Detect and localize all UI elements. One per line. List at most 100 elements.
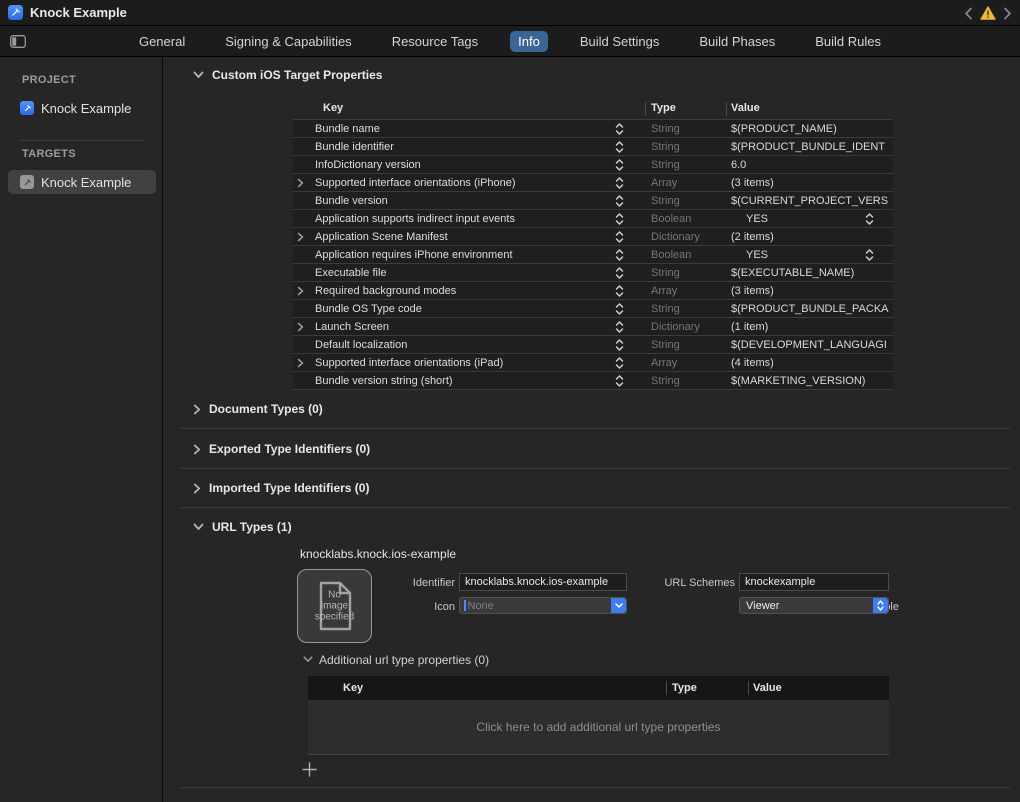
sidebar-item-label: Knock Example — [41, 175, 131, 190]
key-stepper-icon[interactable] — [615, 176, 624, 189]
property-row[interactable]: Launch Screen Dictionary (1 item) — [293, 318, 893, 336]
property-row[interactable]: Supported interface orientations (iPhone… — [293, 174, 893, 192]
property-value[interactable]: $(MARKETING_VERSION) — [731, 375, 865, 387]
property-value[interactable]: (1 item) — [731, 321, 768, 333]
property-row[interactable]: Application supports indirect input even… — [293, 210, 893, 228]
disclosure-chevron-icon[interactable] — [297, 286, 304, 296]
tab[interactable]: Info — [510, 31, 548, 52]
property-value[interactable]: (2 items) — [731, 231, 774, 243]
property-value[interactable]: (3 items) — [731, 177, 774, 189]
section-document-types[interactable]: Document Types (0) — [193, 401, 323, 417]
disclosure-chevron-icon[interactable] — [297, 322, 304, 332]
property-row[interactable]: Supported interface orientations (iPad) … — [293, 354, 893, 372]
tab[interactable]: Build Rules — [807, 31, 889, 52]
property-value[interactable]: $(EXECUTABLE_NAME) — [731, 267, 854, 279]
icon-combobox[interactable]: None — [459, 597, 627, 614]
key-stepper-icon[interactable] — [615, 140, 624, 153]
property-row[interactable]: Application Scene Manifest Dictionary (2… — [293, 228, 893, 246]
value-stepper-icon[interactable] — [865, 212, 874, 225]
section-custom-ios-target-properties[interactable]: Custom iOS Target Properties — [193, 67, 382, 83]
key-stepper-icon[interactable] — [615, 302, 624, 315]
property-value[interactable]: $(PRODUCT_NAME) — [731, 123, 837, 135]
empty-table-body[interactable]: Click here to add additional url type pr… — [308, 700, 889, 755]
key-stepper-icon[interactable] — [615, 338, 624, 351]
section-imported-type-identifiers[interactable]: Imported Type Identifiers (0) — [193, 480, 369, 496]
key-stepper-icon[interactable] — [615, 122, 624, 135]
property-row[interactable]: Application requires iPhone environment … — [293, 246, 893, 264]
disclosure-chevron-icon[interactable] — [297, 178, 304, 188]
property-type: String — [651, 159, 680, 171]
identifier-field[interactable]: knocklabs.knock.ios-example — [459, 573, 627, 591]
property-value[interactable]: $(PRODUCT_BUNDLE_IDENT — [731, 141, 885, 153]
forward-icon[interactable] — [1003, 7, 1012, 20]
target-app-icon — [20, 175, 34, 189]
key-stepper-icon[interactable] — [615, 248, 624, 261]
section-divider — [180, 787, 1010, 788]
section-divider — [180, 428, 1010, 429]
column-header-key: Key — [323, 102, 343, 114]
property-row[interactable]: Bundle version String $(CURRENT_PROJECT_… — [293, 192, 893, 210]
column-separator — [666, 681, 667, 695]
tab[interactable]: Resource Tags — [384, 31, 486, 52]
role-popup-button[interactable]: Viewer — [739, 597, 889, 614]
warning-icon[interactable] — [980, 6, 996, 20]
key-stepper-icon[interactable] — [615, 158, 624, 171]
tab[interactable]: Build Phases — [691, 31, 783, 52]
custom-properties-table: Key Type Value Bundle name String $(PROD… — [293, 98, 893, 390]
property-value[interactable]: (3 items) — [731, 285, 774, 297]
property-row[interactable]: Executable file String $(EXECUTABLE_NAME… — [293, 264, 893, 282]
value-stepper-icon[interactable] — [865, 248, 874, 261]
disclosure-chevron-icon[interactable] — [297, 232, 304, 242]
property-value[interactable]: $(PRODUCT_BUNDLE_PACKA — [731, 303, 889, 315]
property-type: String — [651, 375, 680, 387]
sidebar-item-project[interactable]: Knock Example — [8, 96, 156, 120]
property-row[interactable]: Default localization String $(DEVELOPMEN… — [293, 336, 893, 354]
key-stepper-icon[interactable] — [615, 194, 624, 207]
url-schemes-field[interactable]: knockexample — [739, 573, 889, 591]
column-separator — [645, 102, 646, 116]
column-header-type: Type — [672, 682, 697, 694]
key-stepper-icon[interactable] — [615, 320, 624, 333]
identifier-value: knocklabs.knock.ios-example — [465, 576, 608, 588]
combobox-chevron-icon[interactable] — [611, 598, 626, 613]
add-properties-hint[interactable]: Click here to add additional url type pr… — [308, 720, 889, 734]
property-type: String — [651, 141, 680, 153]
property-row[interactable]: Bundle version string (short) String $(M… — [293, 372, 893, 390]
key-stepper-icon[interactable] — [615, 230, 624, 243]
chevron-down-icon — [193, 71, 204, 79]
section-url-types[interactable]: URL Types (1) — [193, 519, 292, 535]
key-stepper-icon[interactable] — [615, 266, 624, 279]
key-stepper-icon[interactable] — [615, 284, 624, 297]
tab[interactable]: Signing & Capabilities — [217, 31, 359, 52]
property-value[interactable]: YES — [746, 213, 768, 225]
property-row[interactable]: Bundle OS Type code String $(PRODUCT_BUN… — [293, 300, 893, 318]
property-type: Boolean — [651, 213, 691, 225]
key-stepper-icon[interactable] — [615, 374, 624, 387]
section-additional-url-type-properties[interactable]: Additional url type properties (0) — [303, 652, 489, 667]
property-value[interactable]: 6.0 — [731, 159, 746, 171]
property-value[interactable]: $(DEVELOPMENT_LANGUAGI — [731, 339, 887, 351]
key-stepper-icon[interactable] — [615, 356, 624, 369]
tab[interactable]: Build Settings — [572, 31, 668, 52]
property-type: String — [651, 339, 680, 351]
sidebar-item-target[interactable]: Knock Example — [8, 170, 156, 194]
property-value[interactable]: $(CURRENT_PROJECT_VERS — [731, 195, 888, 207]
property-row[interactable]: Required background modes Array (3 items… — [293, 282, 893, 300]
key-stepper-icon[interactable] — [615, 212, 624, 225]
property-type: Boolean — [651, 249, 691, 261]
column-header-type: Type — [651, 102, 676, 114]
column-separator — [748, 681, 749, 695]
property-row[interactable]: Bundle name String $(PRODUCT_NAME) — [293, 120, 893, 138]
property-key: Launch Screen — [315, 321, 389, 333]
property-type: Array — [651, 285, 677, 297]
add-url-type-button[interactable] — [299, 760, 319, 778]
chevron-right-icon — [193, 404, 201, 415]
back-icon[interactable] — [964, 7, 973, 20]
tab[interactable]: General — [131, 31, 193, 52]
property-row[interactable]: InfoDictionary version String 6.0 — [293, 156, 893, 174]
property-value[interactable]: (4 items) — [731, 357, 774, 369]
property-value[interactable]: YES — [746, 249, 768, 261]
property-row[interactable]: Bundle identifier String $(PRODUCT_BUNDL… — [293, 138, 893, 156]
disclosure-chevron-icon[interactable] — [297, 358, 304, 368]
section-exported-type-identifiers[interactable]: Exported Type Identifiers (0) — [193, 441, 370, 457]
